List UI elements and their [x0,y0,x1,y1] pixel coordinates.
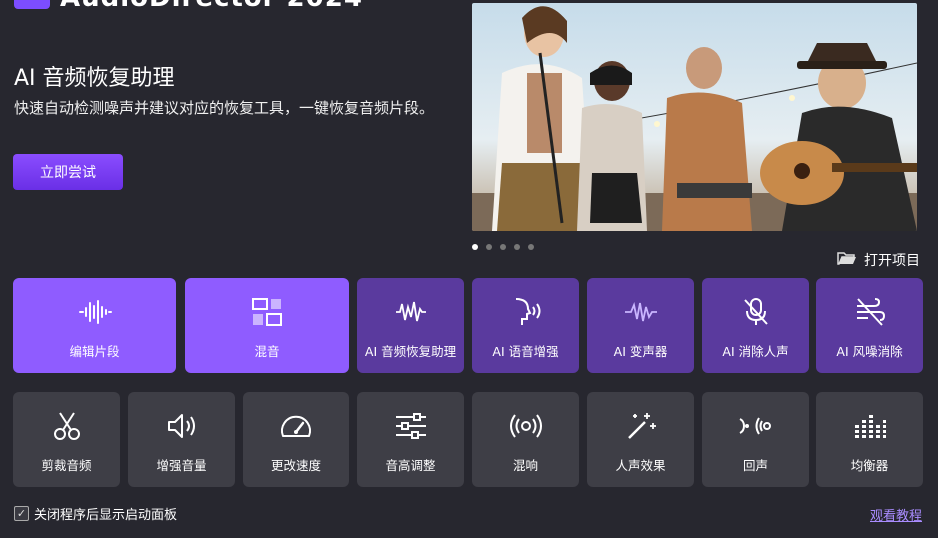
tile-label: 回声 [742,458,768,473]
tile-label: 混响 [512,458,538,473]
waveform-icon [78,294,112,330]
try-now-button[interactable]: 立即尝试 [13,154,123,190]
promo-banner-image[interactable] [472,3,917,231]
tile-ai-audio-restore[interactable]: AI 音频恢复助理 [357,278,464,373]
tile-label: 编辑片段 [69,344,120,359]
tile-label: AI 风噪消除 [836,344,903,359]
sliders-icon [394,408,428,444]
tile-reverb[interactable]: 混响 [472,392,579,487]
carousel-dot[interactable] [500,244,506,250]
tile-label: 增强音量 [156,458,207,473]
tile-label: AI 消除人声 [722,344,789,359]
tile-edit-clip[interactable]: 编辑片段 [13,278,176,373]
tile-echo[interactable]: 回声 [702,392,809,487]
mix-layout-icon [251,294,283,330]
tile-trim-audio[interactable]: 剪裁音频 [13,392,120,487]
show-startup-panel-label: 关闭程序后显示启动面板 [34,508,178,523]
tile-label: 剪裁音频 [41,458,92,473]
audio-restore-icon [394,294,428,330]
tile-ai-voice-changer[interactable]: AI 变声器 [587,278,694,373]
open-project-button[interactable]: 打开项目 [837,250,920,270]
equalizer-icon [853,408,887,444]
carousel-dot[interactable] [486,244,492,250]
tile-vocal-effects[interactable]: 人声效果 [587,392,694,487]
open-project-label: 打开项目 [864,253,920,269]
app-header: AudioDirector 2024 [14,0,363,13]
app-title: AudioDirector 2024 [60,0,363,13]
carousel-dots [472,244,534,250]
app-logo [14,0,50,9]
tile-label: AI 语音增强 [492,344,559,359]
show-startup-panel-option[interactable]: ✓ 关闭程序后显示启动面板 [14,504,177,523]
tile-equalizer[interactable]: 均衡器 [816,392,923,487]
tile-ai-wind-removal[interactable]: AI 风噪消除 [816,278,923,373]
tile-label: 混音 [254,344,280,359]
reverb-icon [508,408,544,444]
wind-off-icon [854,294,886,330]
tile-mix[interactable]: 混音 [185,278,349,373]
magic-wand-icon [625,408,657,444]
show-startup-panel-checkbox[interactable]: ✓ [14,506,29,521]
mic-off-icon [742,294,770,330]
carousel-dot[interactable] [528,244,534,250]
folder-open-icon [837,250,857,270]
carousel-dot[interactable] [514,244,520,250]
scissors-icon [52,408,82,444]
tile-label: AI 变声器 [613,344,668,359]
tile-label: AI 音频恢复助理 [364,344,457,359]
tile-label: 均衡器 [850,458,889,473]
tile-ai-vocal-remove[interactable]: AI 消除人声 [702,278,809,373]
speedometer-icon [279,408,313,444]
tile-label: 人声效果 [615,458,666,473]
watch-tutorial-link[interactable]: 观看教程 [870,505,922,524]
promo-title: AI 音频恢复助理 [14,66,175,91]
tile-change-speed[interactable]: 更改速度 [243,392,349,487]
voice-enhance-icon [510,294,542,330]
tile-ai-voice-enhance[interactable]: AI 语音增强 [472,278,579,373]
speaker-icon [166,408,198,444]
promo-description: 快速自动检测噪声并建议对应的恢复工具，一键恢复音频片段。 [14,99,435,117]
tile-label: 更改速度 [270,458,321,473]
carousel-dot[interactable] [472,244,478,250]
tile-pitch-adjust[interactable]: 音高调整 [357,392,464,487]
tile-boost-volume[interactable]: 增强音量 [128,392,235,487]
tile-label: 音高调整 [385,458,436,473]
echo-icon [738,408,774,444]
voice-changer-icon [623,294,659,330]
